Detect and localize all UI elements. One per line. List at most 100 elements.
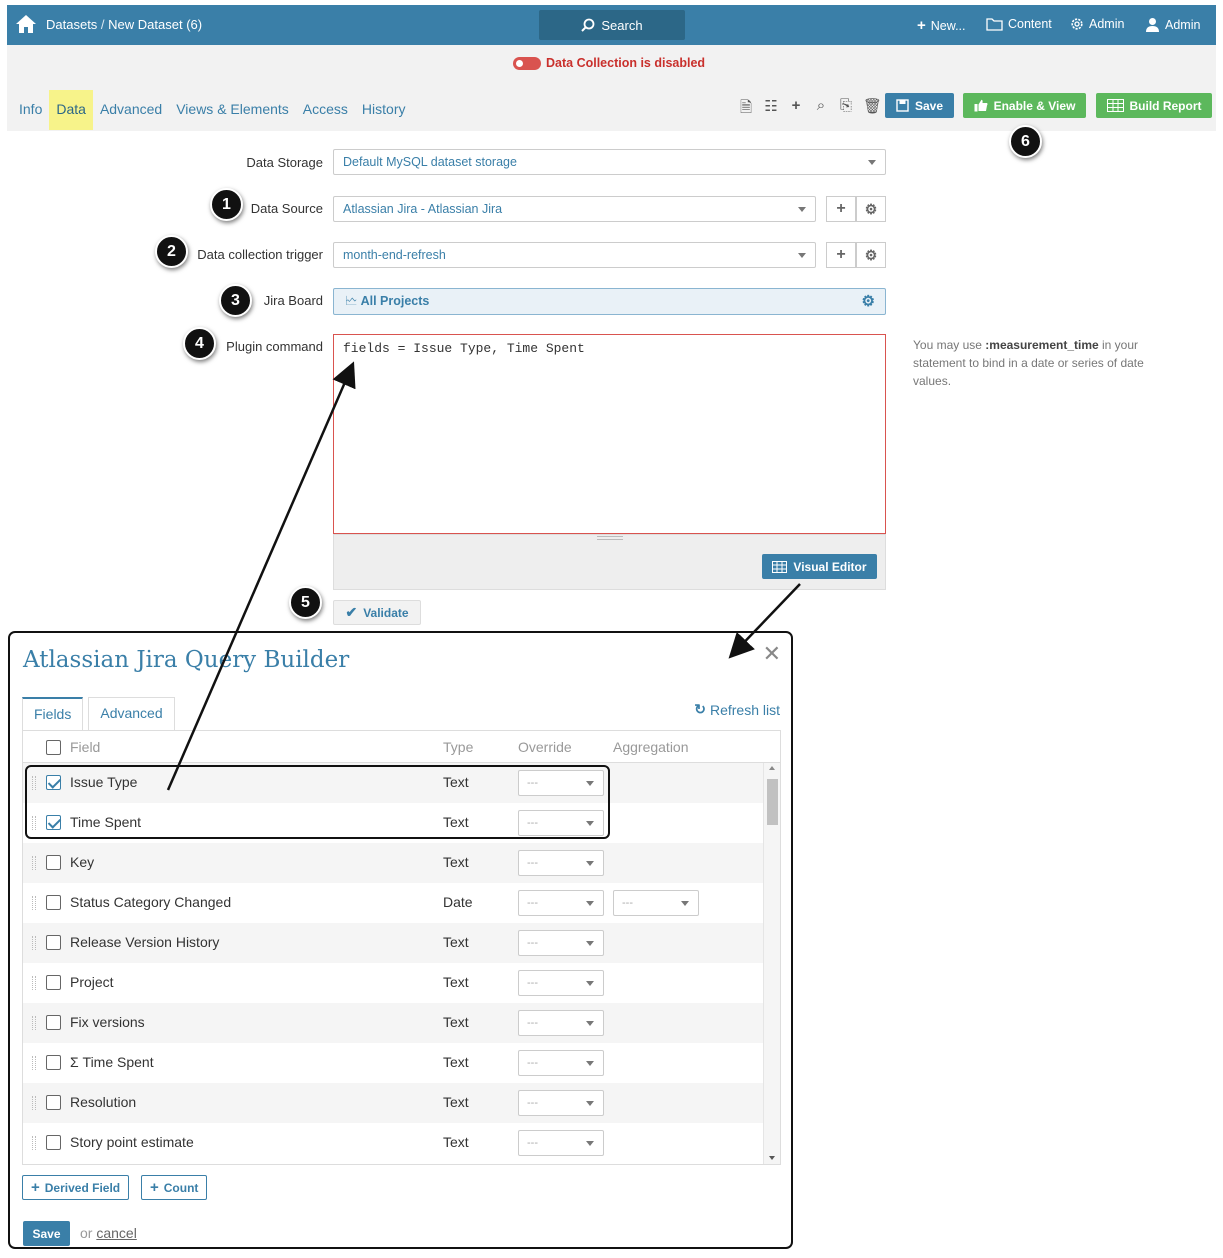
drag-handle-icon[interactable] — [32, 856, 36, 870]
field-row[interactable]: Status Category Changed Date --- --- — [23, 883, 764, 923]
refresh-list-link[interactable]: ↻ Refresh list — [694, 701, 780, 718]
sitemap-icon[interactable]: ☷ — [763, 97, 779, 122]
copy-icon[interactable]: ⎘ — [838, 97, 854, 122]
drag-handle-icon[interactable] — [32, 976, 36, 990]
resize-handle[interactable] — [597, 536, 623, 540]
field-row[interactable]: Release Version History Text --- — [23, 923, 764, 963]
field-checkbox[interactable] — [46, 935, 61, 950]
select-all-checkbox[interactable] — [46, 740, 61, 755]
hint-prefix: You may use — [913, 338, 986, 352]
override-select[interactable]: --- — [518, 1090, 604, 1116]
trigger-settings-button[interactable]: ⚙ — [856, 242, 886, 268]
jira-board-selector[interactable]: 🗠 All Projects ⚙ — [333, 288, 886, 315]
data-collection-status[interactable]: Data Collection is disabled — [513, 56, 705, 70]
tab-advanced-query[interactable]: Advanced — [88, 697, 175, 730]
search-label: Search — [601, 17, 643, 33]
drag-handle-icon[interactable] — [32, 936, 36, 950]
search-icon[interactable]: ⌕ — [813, 97, 829, 122]
add-data-source-button[interactable]: + — [826, 196, 856, 222]
admin-menu[interactable]: Admin — [1070, 17, 1124, 31]
grid-scrollbar[interactable] — [763, 763, 780, 1164]
scroll-down-icon[interactable] — [769, 1156, 775, 1160]
override-select[interactable]: --- — [518, 970, 604, 996]
cancel-link[interactable]: cancel — [96, 1225, 136, 1241]
save-button[interactable]: Save — [885, 93, 954, 118]
add-trigger-button[interactable]: + — [826, 242, 856, 268]
field-name: Status Category Changed — [70, 894, 232, 910]
field-row[interactable]: Resolution Text --- — [23, 1083, 764, 1123]
tab-access[interactable]: Access — [296, 90, 355, 130]
override-select[interactable]: --- — [518, 1010, 604, 1036]
callout-3: 3 — [219, 284, 252, 317]
data-collection-toggle[interactable] — [513, 56, 541, 70]
override-select[interactable]: --- — [518, 1130, 604, 1156]
modal-title: Atlassian Jira Query Builder — [23, 647, 350, 673]
field-row[interactable]: Σ Time Spent Text --- — [23, 1043, 764, 1083]
validate-button[interactable]: ✔ Validate — [333, 600, 421, 625]
document-icon[interactable]: 🗎 — [738, 97, 754, 122]
content-menu[interactable]: Content — [986, 17, 1052, 31]
data-source-settings-button[interactable]: ⚙ — [856, 196, 886, 222]
data-collection-status-text: Data Collection is disabled — [546, 56, 706, 70]
field-row[interactable]: Key Text --- — [23, 843, 764, 883]
field-row[interactable]: Project Text --- — [23, 963, 764, 1003]
field-row[interactable]: Story point estimate Text --- — [23, 1123, 764, 1163]
chevron-down-icon — [868, 160, 876, 165]
close-icon[interactable]: ✕ — [763, 641, 781, 667]
aggregation-select[interactable]: --- — [613, 890, 699, 916]
tab-views-elements[interactable]: Views & Elements — [169, 90, 296, 130]
query-builder-modal: Atlassian Jira Query Builder ✕ Fields Ad… — [8, 631, 793, 1249]
field-checkbox[interactable] — [46, 1095, 61, 1110]
dataset-tabs: Info Data Advanced Views & Elements Acce… — [12, 90, 412, 130]
override-select[interactable]: --- — [518, 1050, 604, 1076]
derived-field-button[interactable]: + Derived Field — [22, 1175, 130, 1200]
trash-icon[interactable]: 🗑 — [863, 97, 882, 122]
field-type: Text — [443, 1094, 469, 1110]
dataset-header: Data Collection is disabled Info Data Ad… — [7, 45, 1216, 131]
scroll-up-icon[interactable] — [769, 766, 775, 770]
field-checkbox[interactable] — [46, 855, 61, 870]
drag-handle-icon[interactable] — [32, 896, 36, 910]
enable-view-button[interactable]: Enable & View — [963, 93, 1086, 118]
new-menu[interactable]: + New... — [917, 17, 966, 34]
field-checkbox[interactable] — [46, 1055, 61, 1070]
column-override: Override — [518, 739, 572, 755]
user-menu[interactable]: Admin — [1145, 17, 1200, 32]
tab-advanced[interactable]: Advanced — [93, 90, 169, 130]
field-checkbox[interactable] — [46, 1135, 61, 1150]
trigger-select[interactable]: month-end-refresh — [333, 242, 816, 268]
field-type: Text — [443, 1134, 469, 1150]
breadcrumb-datasets-link[interactable]: Datasets — [46, 17, 97, 32]
plus-icon[interactable]: + — [788, 97, 804, 122]
drag-handle-icon[interactable] — [32, 1096, 36, 1110]
build-report-button[interactable]: Build Report — [1096, 93, 1212, 118]
tab-info[interactable]: Info — [12, 90, 49, 130]
modal-save-button[interactable]: Save — [23, 1221, 70, 1246]
gear-icon[interactable]: ⚙ — [862, 289, 875, 314]
callout-5: 5 — [289, 586, 322, 619]
gear-icon: ⚙ — [864, 247, 878, 263]
field-checkbox[interactable] — [46, 1015, 61, 1030]
visual-editor-button[interactable]: Visual Editor — [762, 554, 877, 579]
plugin-command-editor[interactable]: fields = Issue Type, Time Spent — [333, 334, 886, 534]
data-source-select[interactable]: Atlassian Jira - Atlassian Jira — [333, 196, 816, 222]
tab-history[interactable]: History — [355, 90, 413, 130]
field-checkbox[interactable] — [46, 975, 61, 990]
content-menu-label: Content — [1008, 17, 1052, 31]
scroll-thumb[interactable] — [767, 779, 778, 825]
search-button[interactable]: Search — [539, 10, 685, 40]
tab-fields[interactable]: Fields — [22, 697, 84, 730]
count-button[interactable]: + Count — [141, 1175, 208, 1200]
override-select[interactable]: --- — [518, 850, 604, 876]
drag-handle-icon[interactable] — [32, 1136, 36, 1150]
override-select[interactable]: --- — [518, 930, 604, 956]
field-row[interactable]: Fix versions Text --- — [23, 1003, 764, 1043]
data-storage-select[interactable]: Default MySQL dataset storage — [333, 149, 886, 175]
home-icon[interactable] — [15, 14, 37, 34]
gear-icon: ⚙ — [864, 201, 878, 217]
override-select[interactable]: --- — [518, 890, 604, 916]
tab-data[interactable]: Data — [49, 90, 93, 130]
field-checkbox[interactable] — [46, 895, 61, 910]
drag-handle-icon[interactable] — [32, 1016, 36, 1030]
drag-handle-icon[interactable] — [32, 1056, 36, 1070]
